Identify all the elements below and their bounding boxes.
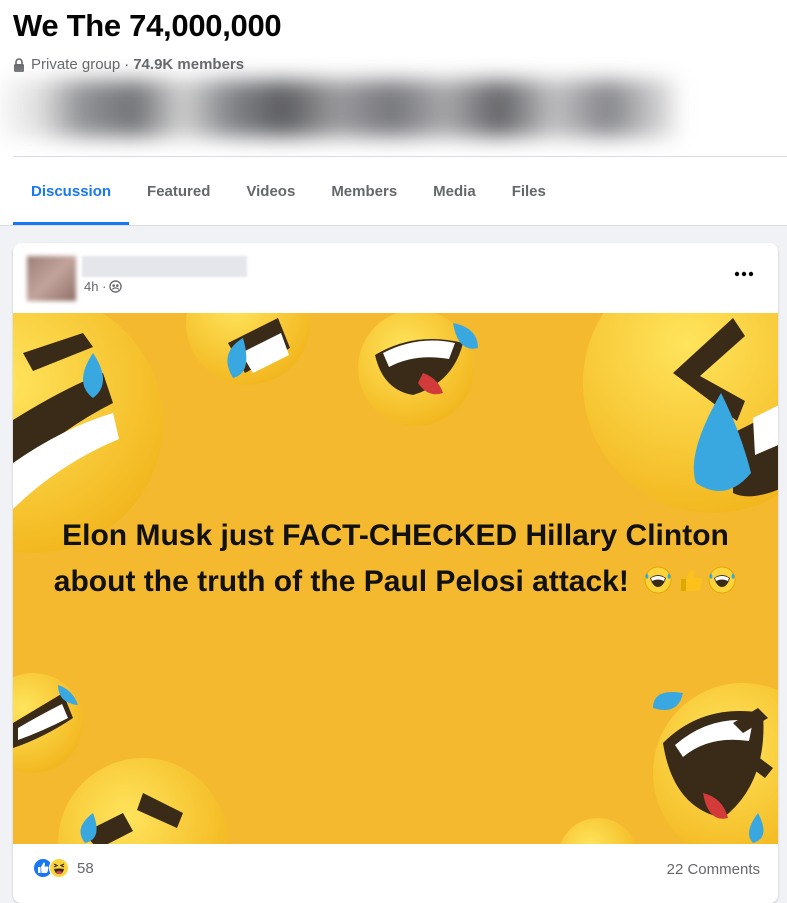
laughing-emoji-top-center xyxy=(186,313,310,385)
author-avatar[interactable] xyxy=(27,256,76,301)
comments-count-link[interactable]: 22 Comments xyxy=(667,861,760,878)
rolling-laughing-emoji-icon-2 xyxy=(708,566,736,594)
post-timestamp: 4h · xyxy=(84,279,123,294)
laughing-emoji-bottom-center-left xyxy=(58,758,228,844)
member-avatars-blurred xyxy=(0,80,676,137)
lock-icon xyxy=(14,57,24,72)
group-tabs: Discussion Featured Videos Members Media… xyxy=(13,157,564,225)
post-image[interactable]: Elon Musk just FACT-CHECKED Hillary Clin… xyxy=(13,313,778,844)
group-header: We The 74,000,000 Private group · 74.9K … xyxy=(0,0,787,226)
reaction-summary[interactable]: 58 xyxy=(33,858,94,878)
tab-media[interactable]: Media xyxy=(415,157,494,225)
laughing-emoji-top-middle xyxy=(358,313,478,426)
laughing-emoji-bottom-left xyxy=(13,673,83,773)
laughing-emoji-bottom-right xyxy=(653,683,778,844)
author-name-redacted[interactable] xyxy=(82,256,247,277)
laughing-emoji-bottom-center xyxy=(560,818,636,844)
post-footer: 58 22 Comments xyxy=(13,844,778,903)
group-members-icon xyxy=(109,280,123,293)
tab-discussion[interactable]: Discussion xyxy=(13,157,130,225)
meta-separator: · xyxy=(124,56,130,73)
tab-videos[interactable]: Videos xyxy=(228,157,313,225)
post-time-text[interactable]: 4h · xyxy=(84,279,106,294)
group-meta: Private group · 74.9K members xyxy=(13,56,244,73)
group-privacy: Private group xyxy=(31,56,121,73)
inline-emoji-group xyxy=(643,565,737,595)
post-image-caption: Elon Musk just FACT-CHECKED Hillary Clin… xyxy=(53,513,738,605)
group-title: We The 74,000,000 xyxy=(13,8,282,43)
laughing-emoji-top-right xyxy=(583,313,778,513)
haha-icon xyxy=(49,858,69,878)
post-options-button[interactable] xyxy=(726,261,762,287)
rolling-laughing-emoji-icon xyxy=(644,566,672,594)
tab-members[interactable]: Members xyxy=(313,157,415,225)
group-members-count[interactable]: 74.9K members xyxy=(133,56,244,73)
thumbs-up-emoji-icon xyxy=(681,570,703,591)
tab-files[interactable]: Files xyxy=(494,157,564,225)
more-horizontal-icon xyxy=(734,271,754,277)
header-bottom-border xyxy=(0,225,787,226)
reaction-count: 58 xyxy=(77,859,94,877)
tab-featured[interactable]: Featured xyxy=(129,157,228,225)
post-image-text: Elon Musk just FACT-CHECKED Hillary Clin… xyxy=(53,519,729,598)
post-card: 4h · Elon Musk just FACT-CHECKED Hillary… xyxy=(13,243,778,903)
